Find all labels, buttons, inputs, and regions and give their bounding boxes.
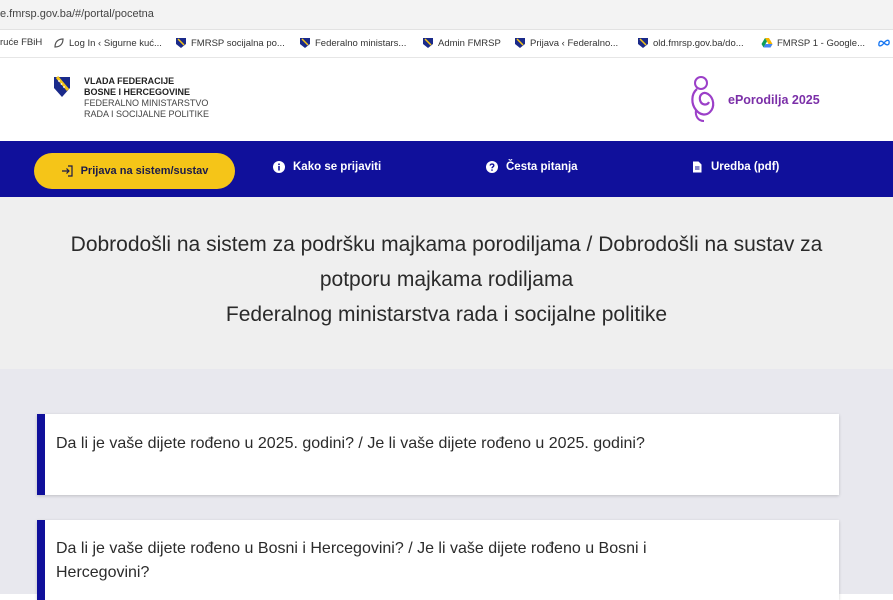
bookmark-3[interactable]: FMRSP socijalna po... [175, 37, 285, 49]
question-text: Da li je vaše dijete rođeno u Bosni i He… [56, 537, 647, 585]
url-text[interactable]: e.fmrsp.gov.ba/#/portal/pocetna [0, 8, 154, 20]
coat-of-arms-icon [54, 76, 70, 97]
question-text-line-2: Hercegovini? [56, 564, 150, 581]
welcome-heading-line-2: potporu majkama rodiljama [319, 268, 574, 291]
crest-icon [423, 38, 433, 48]
welcome-heading-line-1: Dobrodošli na sistem za podršku majkama … [70, 233, 823, 256]
question-icon [486, 161, 498, 173]
browser-address-bar[interactable]: e.fmrsp.gov.ba/#/portal/pocetna [0, 0, 893, 30]
crest-icon [300, 38, 310, 48]
bookmark-label: Admin FMRSP [438, 37, 501, 49]
document-icon [693, 161, 702, 173]
nav-how-to-login[interactable]: Kako se prijaviti [273, 161, 381, 173]
nav-regulation-label: Uredba (pdf) [711, 161, 780, 173]
question-text-line-1: Da li je vaše dijete rođeno u Bosni i He… [56, 540, 647, 557]
government-title: VLADA FEDERACIJE BOSNE I HERCEGOVINE FED… [84, 76, 209, 120]
sign-in-icon [61, 165, 73, 177]
bookmark-1[interactable]: ruće FBiH [0, 37, 42, 48]
crest-icon [515, 38, 525, 48]
bookmark-5[interactable]: Admin FMRSP [422, 37, 501, 49]
bookmark-label: old.fmrsp.gov.ba/do... [653, 37, 744, 49]
bookmark-7[interactable]: old.fmrsp.gov.ba/do... [637, 37, 744, 49]
main-navigation: Prijava na sistem/sustav Kako se prijavi… [0, 141, 893, 197]
gov-line-2: BOSNE I HERCEGOVINE [84, 87, 191, 97]
bookmark-label: Federalno ministars... [315, 37, 407, 49]
bookmark-overflow[interactable] [878, 37, 890, 49]
bookmark-label: Log In ‹ Sigurne kuć... [69, 37, 162, 49]
meta-icon [878, 39, 890, 47]
nav-faq-label: Česta pitanja [506, 161, 578, 173]
bookmark-8[interactable]: FMRSP 1 - Google... [761, 37, 865, 49]
question-card-born-2025[interactable]: Da li je vaše dijete rođeno u 2025. godi… [37, 414, 839, 495]
question-text: Da li je vaše dijete rođeno u 2025. godi… [56, 435, 645, 452]
login-button-label: Prijava na sistem/sustav [80, 165, 209, 177]
nav-how-to-label: Kako se prijaviti [293, 161, 382, 173]
welcome-heading-line-3: Federalnog ministarstva rada i socijalne… [225, 303, 668, 326]
bookmark-label: FMRSP socijalna po... [191, 37, 285, 49]
bookmark-label: FMRSP 1 - Google... [777, 37, 865, 49]
login-button[interactable]: Prijava na sistem/sustav [34, 153, 235, 189]
info-icon [273, 161, 285, 173]
welcome-banner: Dobrodošli na sistem za podršku majkama … [0, 197, 893, 369]
mother-child-logo-icon [691, 76, 715, 122]
bookmark-2[interactable]: Log In ‹ Sigurne kuć... [53, 37, 162, 49]
bookmark-label: Prijava ‹ Federalno... [530, 37, 619, 49]
nav-regulation-pdf[interactable]: Uredba (pdf) [691, 161, 779, 173]
gov-line-1: VLADA FEDERACIJE [84, 76, 175, 86]
bookmark-6[interactable]: Prijava ‹ Federalno... [514, 37, 618, 49]
bookmarks-bar: ruće FBiH Log In ‹ Sigurne kuć... FMRSP … [0, 31, 893, 58]
gov-line-4: RADA I SOCIJALNE POLITIKE [84, 109, 210, 119]
brand-name: ePorodilja 2025 [728, 93, 820, 107]
nav-faq[interactable]: Česta pitanja [486, 161, 578, 173]
crest-icon [638, 38, 648, 48]
google-drive-icon [761, 38, 773, 48]
question-card-born-bih[interactable]: Da li je vaše dijete rođeno u Bosni i He… [37, 520, 839, 600]
bookmark-4[interactable]: Federalno ministars... [299, 37, 406, 49]
crest-icon [176, 38, 186, 48]
leaf-icon [54, 38, 64, 48]
bookmark-label: ruće FBiH [0, 37, 43, 48]
gov-line-3: FEDERALNO MINISTARSTVO [84, 98, 209, 108]
